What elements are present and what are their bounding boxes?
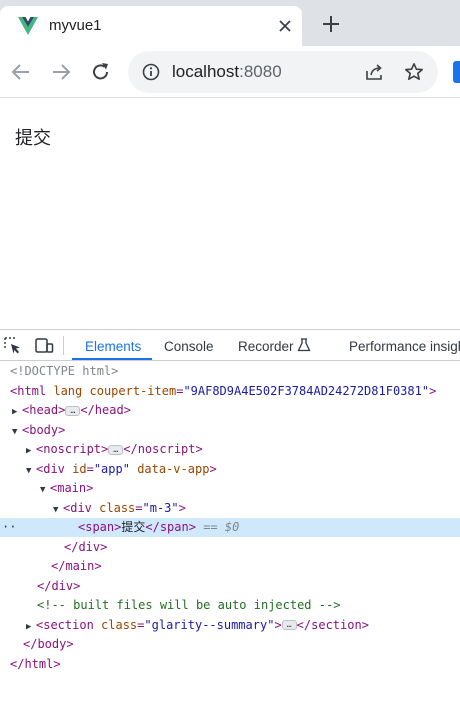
dom-node-div-app-close[interactable]: </div> <box>0 577 460 596</box>
dom-node-noscript[interactable]: ▶ <noscript>… </noscript> <box>0 440 460 459</box>
dom-node-div-m3-close[interactable]: </div> <box>0 538 460 557</box>
noscript-close-tag: </noscript> <box>123 442 203 456</box>
main-open-tag: <main> <box>50 481 94 495</box>
tab-title: myvue1 <box>49 17 102 34</box>
active-tab-indicator <box>72 358 152 360</box>
expand-triangle-icon[interactable]: ▶ <box>12 403 22 422</box>
url-text[interactable]: localhost:8080 <box>172 62 282 82</box>
tag-end: > <box>274 617 282 632</box>
vue-logo-icon <box>18 17 38 35</box>
address-bar[interactable]: localhost:8080 <box>128 51 438 93</box>
url-host: localhost <box>172 62 240 81</box>
forward-arrow-icon[interactable] <box>50 61 72 83</box>
equals-sign: = <box>135 500 143 515</box>
head-close-tag: </head> <box>80 403 131 417</box>
dom-node-html-close[interactable]: </html> <box>0 655 460 674</box>
back-arrow-icon[interactable] <box>10 61 32 83</box>
tab-elements[interactable]: Elements <box>85 339 141 354</box>
class-attr: class <box>101 617 138 632</box>
dom-node-comment[interactable]: <!-- built files will be auto injected -… <box>0 596 460 615</box>
flask-icon <box>297 338 311 352</box>
devtools-panel: Elements Console Recorder Performance in… <box>0 329 460 715</box>
class-value: "glarity--summary" <box>144 617 275 632</box>
browser-tab-strip: myvue1 <box>0 0 460 46</box>
expand-triangle-icon[interactable]: ▶ <box>26 618 36 637</box>
html-open-tag: <html <box>10 383 47 398</box>
submit-text: 提交 <box>15 128 51 149</box>
bookmark-star-icon[interactable] <box>404 62 424 82</box>
tag-end: > <box>209 461 217 476</box>
close-icon[interactable] <box>275 16 295 36</box>
dom-node-html[interactable]: <html lang coupert-item="9AF8D9A4E502F37… <box>0 382 460 401</box>
reload-icon[interactable] <box>90 61 112 83</box>
devtools-tab-bar: Elements Console Recorder Performance in… <box>0 330 460 361</box>
tab-console[interactable]: Console <box>164 339 214 354</box>
ellipsis-badge[interactable]: … <box>108 444 124 455</box>
data-v-app-attr: data-v-app <box>137 461 210 476</box>
gutter-dots[interactable]: ·· <box>2 518 16 537</box>
dom-node-body-close[interactable]: </body> <box>0 635 460 654</box>
equals-sign: = <box>86 461 94 476</box>
html-close-tag: </html> <box>10 656 61 671</box>
section-open-tag: <section <box>36 617 94 632</box>
device-toolbar-icon[interactable] <box>34 336 54 356</box>
head-open-tag: <head> <box>22 403 66 417</box>
section-close-tag: </section> <box>296 617 369 632</box>
tab-recorder[interactable]: Recorder <box>238 338 311 354</box>
extension-icon[interactable] <box>453 61 460 83</box>
dom-node-section[interactable]: ▶ <section class="glarity--summary">… </se… <box>0 616 460 635</box>
div-close-tag: </div> <box>64 539 108 554</box>
class-value: "m-3" <box>142 500 179 515</box>
span-open-tag: <span> <box>78 520 122 534</box>
span-close-tag: </span> <box>145 520 196 534</box>
html-lang-attr: lang <box>53 383 83 398</box>
selected-node-hint: == $0 <box>203 520 240 534</box>
browser-toolbar: localhost:8080 <box>0 46 460 98</box>
expand-triangle-icon[interactable]: ▶ <box>26 442 36 461</box>
dom-node-doctype[interactable]: <!DOCTYPE html> <box>0 362 460 381</box>
div-close-tag: </div> <box>37 578 81 593</box>
page-viewport: 提交 <box>0 99 460 329</box>
div-open-tag: <div <box>36 461 65 476</box>
dom-node-span-selected[interactable]: ·· <span>提交</span> == $0 <box>0 518 460 537</box>
html-coupert-value: "9AF8D9A4E502F3784AD24272D81F0381" <box>183 383 430 398</box>
collapse-triangle-icon[interactable]: ▼ <box>53 501 63 520</box>
toolbar-divider <box>63 336 64 355</box>
html-coupert-attr: coupert-item <box>89 383 177 398</box>
main-close-tag: </main> <box>51 559 102 573</box>
share-icon[interactable] <box>364 62 384 82</box>
noscript-open-tag: <noscript> <box>36 442 109 456</box>
dom-node-main[interactable]: ▼ <main> <box>0 479 460 498</box>
collapse-triangle-icon[interactable]: ▼ <box>26 462 36 481</box>
tab-recorder-label: Recorder <box>238 339 294 354</box>
url-port: :8080 <box>239 62 282 81</box>
id-attr: id <box>72 461 87 476</box>
ellipsis-badge[interactable]: … <box>281 620 297 630</box>
new-tab-icon[interactable] <box>321 14 341 34</box>
html-open-bracket-end: > <box>429 383 437 398</box>
body-close-tag: </body> <box>23 637 74 651</box>
dom-node-head[interactable]: ▶ <head>… </head> <box>0 401 460 420</box>
doctype-text: <!DOCTYPE html> <box>10 364 119 378</box>
browser-tab[interactable]: myvue1 <box>0 6 302 46</box>
dom-node-body[interactable]: ▼ <body> <box>0 421 460 440</box>
site-info-icon[interactable] <box>142 63 160 81</box>
html-comment: <!-- built files will be auto injected -… <box>37 598 341 612</box>
collapse-triangle-icon[interactable]: ▼ <box>40 481 50 500</box>
class-attr: class <box>99 500 136 515</box>
body-open-tag: <body> <box>22 422 66 437</box>
dom-node-div-m3[interactable]: ▼ <div class="m-3"> <box>0 499 460 518</box>
div-open-tag: <div <box>63 500 92 515</box>
span-text: 提交 <box>121 520 146 534</box>
collapse-triangle-icon[interactable]: ▼ <box>12 423 22 442</box>
inspect-element-icon[interactable] <box>3 336 23 356</box>
dom-node-main-close[interactable]: </main> <box>0 557 460 576</box>
ellipsis-badge[interactable]: … <box>65 405 81 416</box>
id-value: "app" <box>93 461 130 476</box>
tag-end: > <box>178 500 186 515</box>
dom-node-div-app[interactable]: ▼ <div id="app" data-v-app> <box>0 460 460 479</box>
tab-performance-insights[interactable]: Performance insigh <box>349 339 460 354</box>
